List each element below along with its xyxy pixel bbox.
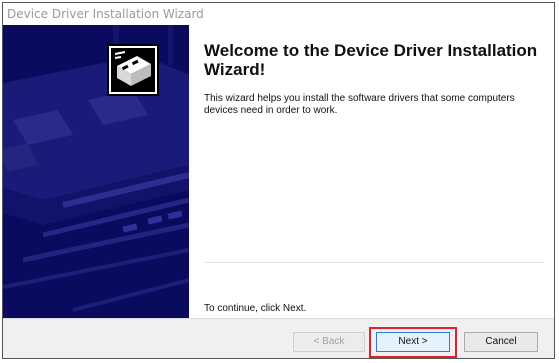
wizard-content: Welcome to the Device Driver Installatio… — [189, 25, 554, 318]
wizard-sidebar — [3, 25, 189, 318]
back-button[interactable]: < Back — [293, 332, 365, 352]
button-bar: < Back Next > Cancel — [3, 318, 554, 358]
driver-install-icon — [107, 44, 159, 96]
continue-instruction: To continue, click Next. — [204, 303, 307, 314]
wizard-window: Device Driver Installation Wizard Welcom… — [2, 2, 555, 359]
title-bar[interactable]: Device Driver Installation Wizard — [3, 3, 554, 25]
window-title: Device Driver Installation Wizard — [7, 7, 204, 21]
wizard-description: This wizard helps you install the softwa… — [204, 93, 515, 116]
content-divider — [204, 262, 544, 263]
cancel-button[interactable]: Cancel — [464, 332, 538, 352]
next-button[interactable]: Next > — [376, 332, 450, 352]
circuit-board-art — [3, 25, 189, 318]
welcome-heading: Welcome to the Device Driver Installatio… — [204, 41, 538, 79]
